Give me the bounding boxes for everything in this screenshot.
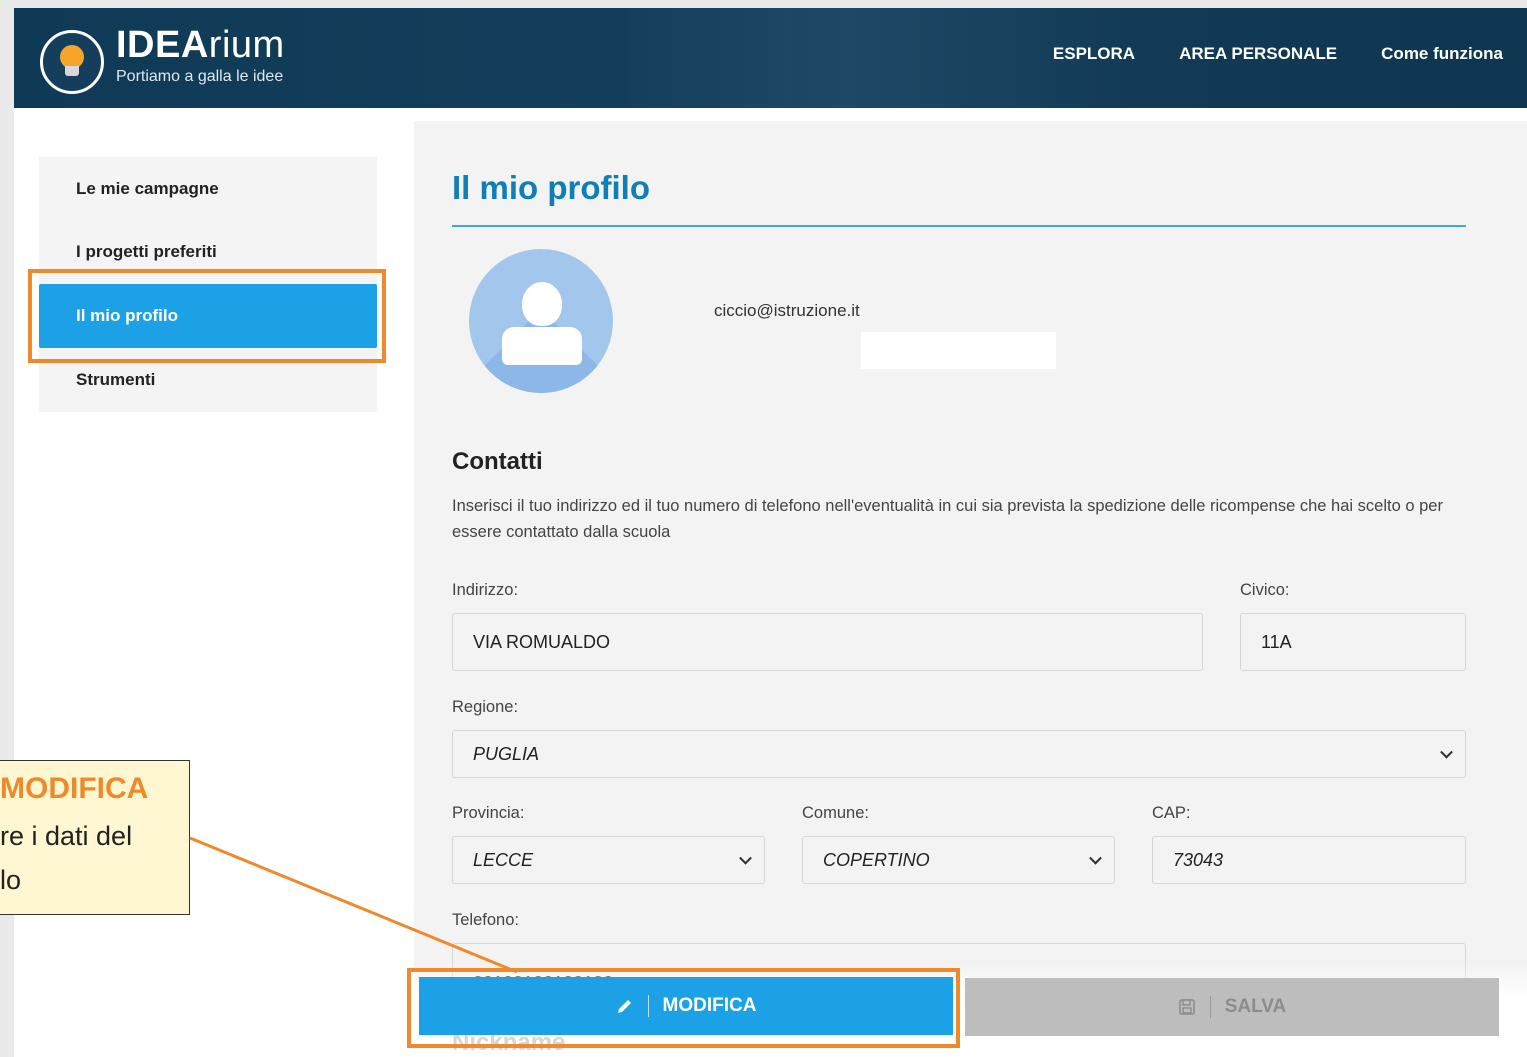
chevron-down-icon [739, 851, 752, 865]
annotation-callout: MODIFICA re i dati del lo [0, 760, 190, 915]
callout-line-2: lo [0, 865, 22, 895]
indirizzo-value: VIA ROMUALDO [473, 631, 611, 652]
telefono-label: Telefono: [452, 911, 519, 929]
highlight-box-modifica [407, 968, 960, 1048]
callout-line-1: re i dati del [0, 821, 133, 851]
regione-label: Regione: [452, 698, 519, 716]
redacted-field [861, 332, 1056, 369]
comune-select[interactable]: COPERTINO [802, 836, 1115, 884]
contacts-description: Inserisci il tuo indirizzo ed il tuo num… [452, 497, 1443, 541]
logo-text[interactable]: IDEArium [116, 23, 285, 67]
user-email: ciccio@istruzione.it [714, 301, 860, 320]
comune-value: COPERTINO [823, 849, 930, 870]
provincia-value: LECCE [473, 849, 534, 870]
user-silhouette-body [502, 327, 582, 365]
civico-field[interactable]: 11A [1240, 613, 1466, 671]
nav-esplora[interactable]: ESPLORA [1033, 44, 1159, 64]
nav-come-funziona[interactable]: Come funziona [1361, 44, 1527, 64]
provincia-label: Provincia: [452, 804, 525, 822]
indirizzo-field[interactable]: VIA ROMUALDO [452, 613, 1203, 671]
lightbulb-base [65, 66, 79, 76]
chevron-down-icon [1440, 745, 1453, 759]
cap-value: 73043 [1173, 849, 1224, 870]
salva-label: SALVA [1224, 996, 1287, 1017]
cap-field[interactable]: 73043 [1152, 836, 1466, 884]
page: IDEArium Portiamo a galla le idee ESPLOR… [14, 8, 1527, 1057]
cap-label: CAP: [1152, 804, 1191, 822]
logo-icon[interactable] [40, 30, 104, 94]
nav-area-personale[interactable]: AREA PERSONALE [1159, 44, 1361, 64]
avatar[interactable] [469, 249, 613, 393]
provincia-select[interactable]: LECCE [452, 836, 765, 884]
sidebar-item-le-mie-campagne[interactable]: Le mie campagne [39, 157, 377, 221]
indirizzo-label: Indirizzo: [452, 581, 519, 599]
save-icon [1178, 999, 1195, 1015]
contacts-title: Contatti [452, 448, 543, 475]
salva-button[interactable]: SALVA [965, 978, 1499, 1036]
civico-label: Civico: [1240, 581, 1290, 599]
main-nav: ESPLORA AREA PERSONALE Come funziona [1033, 44, 1527, 64]
comune-label: Comune: [802, 804, 869, 822]
civico-value: 11A [1261, 631, 1292, 652]
profile-panel: Il mio profilo ciccio@istruzione.it Cont… [414, 121, 1527, 1057]
callout-title: MODIFICA [0, 772, 149, 805]
page-title: Il mio profilo [452, 169, 650, 206]
title-divider [452, 225, 1466, 227]
highlight-box-profile [28, 269, 386, 363]
user-silhouette-icon [522, 282, 562, 326]
regione-select[interactable]: PUGLIA [452, 730, 1466, 778]
chevron-down-icon [1089, 851, 1102, 865]
button-separator [1209, 996, 1211, 1018]
top-header: IDEArium Portiamo a galla le idee ESPLOR… [14, 8, 1527, 108]
logo-tagline: Portiamo a galla le idee [116, 68, 284, 85]
regione-value: PUGLIA [473, 743, 540, 764]
